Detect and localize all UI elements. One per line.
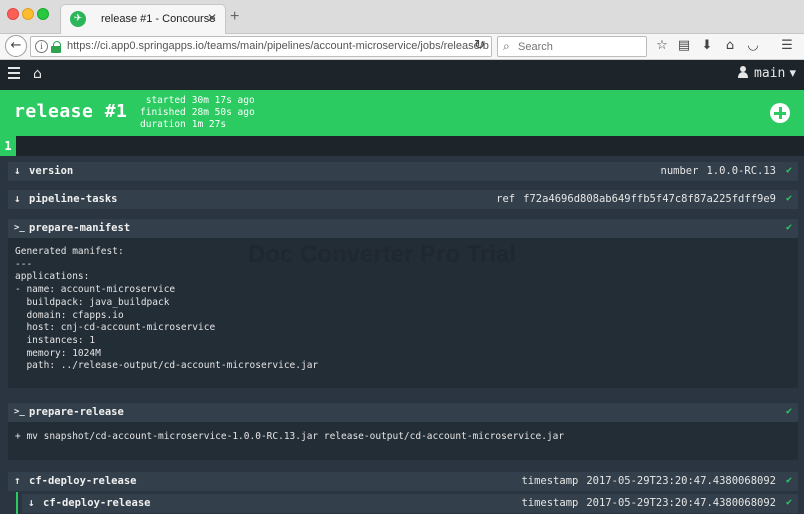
build-times: started 30m 17s ago finished 28m 50s ago…	[140, 95, 258, 131]
duration-label: duration	[140, 119, 186, 130]
step-name: prepare-release	[29, 406, 124, 418]
metadata-key: number	[660, 165, 699, 177]
search-icon: ⌕	[503, 39, 510, 53]
build-tab-1[interactable]: 1	[0, 136, 16, 156]
address-bar[interactable]: i https://ci.app0.springapps.io/teams/ma…	[30, 36, 492, 57]
user-menu[interactable]: main ▾	[738, 66, 796, 81]
step-header-prepare-release[interactable]: >_ prepare-release ✔	[8, 403, 798, 422]
build-tabs: 1	[0, 136, 804, 156]
lock-icon	[51, 41, 61, 53]
success-check-icon: ✔	[785, 475, 792, 486]
down-arrow-icon: ↓	[14, 164, 21, 177]
app-top-bar: ⌂ main ▾	[0, 60, 804, 90]
started-label: started	[145, 95, 186, 106]
step-metadata: ref f72a4696d808ab649ffb5f47c8f87a225fdff…	[496, 193, 776, 205]
step-header-pipeline-tasks[interactable]: ↓ pipeline-tasks ref f72a4696d808ab649ffb…	[8, 190, 798, 209]
down-arrow-icon: ↓	[28, 496, 35, 509]
tab-close-icon[interactable]: ✕	[207, 11, 217, 25]
step-name: pipeline-tasks	[29, 193, 118, 205]
reload-icon[interactable]: ↻	[474, 38, 485, 53]
duration-value: 1m 27s	[191, 119, 227, 130]
up-arrow-icon: ↑	[14, 474, 21, 487]
url-text[interactable]: https://ci.app0.springapps.io/teams/main…	[67, 40, 489, 52]
info-icon[interactable]: i	[35, 40, 48, 53]
success-check-icon: ✔	[785, 406, 792, 417]
user-name: main	[754, 66, 786, 81]
sidebar-toggle-icon[interactable]	[8, 67, 20, 82]
finished-label: finished	[140, 107, 186, 118]
pocket-icon[interactable]: ◡	[745, 38, 761, 53]
step-metadata: number 1.0.0-RC.13	[661, 165, 776, 177]
success-check-icon: ✔	[785, 497, 792, 508]
metadata-value: f72a4696d808ab649ffb5f47c8f87a225fdff9e9	[523, 193, 776, 205]
nested-step-container: ↓ cf-deploy-release timestamp 2017-05-29T…	[16, 492, 798, 514]
bookmark-star-icon[interactable]: ☆	[654, 38, 670, 53]
step-header-cf-deploy-release-put[interactable]: ↑ cf-deploy-release timestamp 2017-05-29T…	[8, 472, 798, 491]
terminal-icon: >_	[14, 407, 25, 417]
step-name: cf-deploy-release	[43, 497, 151, 509]
tab-title: release #1 - Concourse	[101, 13, 216, 25]
metadata-key: timestamp	[521, 475, 579, 487]
metadata-key: ref	[496, 193, 516, 205]
user-icon	[738, 66, 749, 78]
started-value: 30m 17s ago	[191, 95, 255, 106]
success-check-icon: ✔	[785, 222, 792, 233]
concourse-favicon-icon: ✈	[70, 11, 86, 27]
step-metadata: timestamp 2017-05-29T23:20:47.4380068092	[521, 497, 776, 509]
step-metadata: timestamp 2017-05-29T23:20:47.4380068092	[521, 475, 776, 487]
minimize-window-button[interactable]	[22, 8, 34, 20]
down-arrow-icon: ↓	[14, 192, 21, 205]
hamburger-menu-icon[interactable]: ☰	[779, 38, 795, 53]
back-button[interactable]: ←	[5, 35, 27, 57]
metadata-value: 1.0.0-RC.13	[706, 165, 776, 177]
zoom-window-button[interactable]	[37, 8, 49, 20]
step-header-cf-deploy-release-get[interactable]: ↓ cf-deploy-release timestamp 2017-05-29T…	[22, 494, 798, 513]
metadata-value: 2017-05-29T23:20:47.4380068092	[586, 497, 776, 509]
success-check-icon: ✔	[785, 165, 792, 176]
trigger-build-button[interactable]	[770, 103, 790, 123]
chevron-down-icon: ▾	[789, 66, 796, 81]
reading-list-icon[interactable]: ▤	[676, 38, 692, 53]
step-header-prepare-manifest[interactable]: >_ prepare-manifest ✔	[8, 219, 798, 238]
new-tab-button[interactable]: +	[230, 8, 239, 26]
home-icon[interactable]: ⌂	[33, 66, 42, 82]
metadata-value: 2017-05-29T23:20:47.4380068092	[586, 475, 776, 487]
terminal-icon: >_	[14, 223, 25, 233]
watermark-text: Doc Converter Pro Trial	[248, 241, 517, 268]
finished-value: 28m 50s ago	[191, 107, 255, 118]
build-name: release #1	[14, 101, 128, 122]
build-header: release #1 started 30m 17s ago finished …	[0, 90, 804, 136]
step-name: cf-deploy-release	[29, 475, 137, 487]
prepare-release-log: + mv snapshot/cd-account-microservice-1.…	[8, 422, 798, 460]
step-name: version	[29, 165, 74, 177]
step-header-version[interactable]: ↓ version number 1.0.0-RC.13 ✔	[8, 162, 798, 181]
browser-tab-active[interactable]: ✈ release #1 - Concourse ✕	[60, 4, 226, 34]
browser-tab-bar: ✈ release #1 - Concourse ✕ +	[0, 0, 804, 34]
search-box[interactable]: ⌕	[497, 36, 647, 57]
browser-toolbar: ← i https://ci.app0.springapps.io/teams/…	[0, 34, 804, 60]
metadata-key: timestamp	[521, 497, 579, 509]
home-icon[interactable]: ⌂	[722, 38, 738, 53]
search-input[interactable]	[518, 39, 640, 54]
step-name: prepare-manifest	[29, 222, 131, 234]
download-icon[interactable]: ⬇	[699, 38, 715, 53]
success-check-icon: ✔	[785, 193, 792, 204]
close-window-button[interactable]	[7, 8, 19, 20]
